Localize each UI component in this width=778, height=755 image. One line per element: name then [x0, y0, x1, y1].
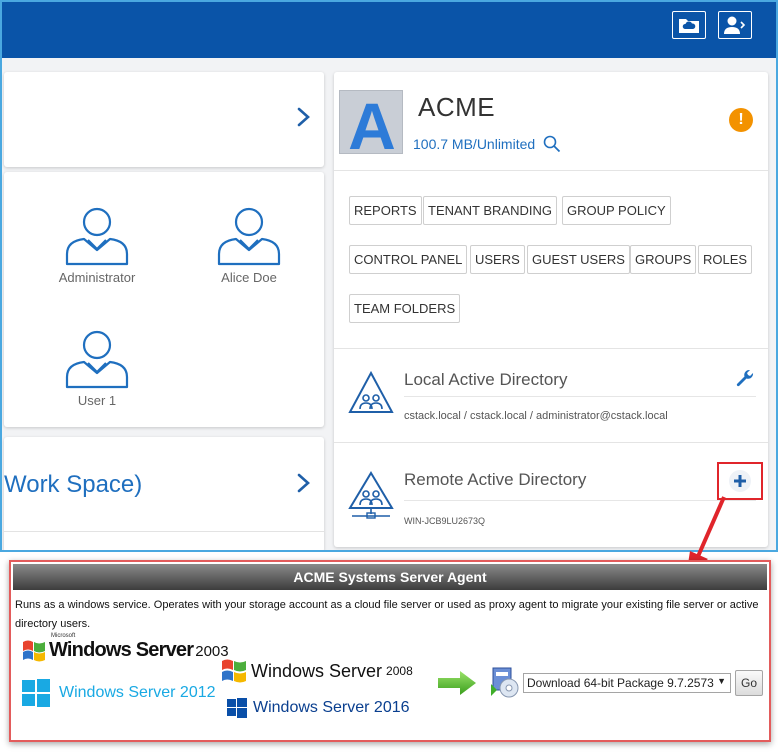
tag-group-policy[interactable]: GROUP POLICY — [562, 196, 671, 225]
windows-server-2008-logo: Windows Server 2008 — [219, 656, 413, 686]
tenant-logo-letter: A — [348, 89, 396, 163]
divider — [4, 531, 324, 532]
user-icon — [217, 207, 281, 266]
tag-control-panel[interactable]: CONTROL PANEL — [349, 245, 468, 274]
tenant-name: ACME — [418, 92, 496, 122]
chevron-right-icon[interactable] — [292, 106, 314, 128]
local-active-directory-icon — [348, 370, 394, 413]
ws2008-version: 2008 — [386, 664, 413, 678]
divider — [334, 348, 768, 349]
cloud-folder-button[interactable] — [672, 11, 706, 39]
user-switch-button[interactable] — [718, 11, 752, 39]
remote-ad-details: WIN-JCB9LU2673Q — [404, 516, 486, 526]
server-agent-title: ACME Systems Server Agent — [13, 564, 767, 590]
go-button[interactable]: Go — [735, 670, 763, 696]
server-agent-description: Runs as a windows service. Operates with… — [15, 599, 759, 630]
windows-orb-icon — [222, 659, 246, 683]
tenant-logo: A — [339, 89, 403, 163]
alert-badge[interactable]: ! — [729, 108, 753, 132]
microsoft-brand: Microsoft — [51, 632, 76, 639]
user-name: Administrator — [58, 270, 136, 285]
plus-icon — [734, 475, 746, 487]
windows-tiles-icon — [227, 698, 247, 718]
user-tile-alice-doe[interactable]: Alice Doe — [194, 206, 304, 285]
top-bar — [2, 2, 776, 58]
chevron-right-icon[interactable] — [292, 472, 314, 494]
tag-roles[interactable]: ROLES — [698, 245, 753, 274]
ws2012-name: Windows Server 2012 — [59, 684, 216, 701]
users-card: Administrator Alice Doe User 1 — [4, 172, 324, 427]
installer-package-icon — [491, 667, 519, 698]
windows-server-2012-logo: Windows Server 2012 — [21, 678, 216, 708]
windows-flag-icon — [23, 640, 45, 662]
tag-tenant-branding[interactable]: TENANT BRANDING — [423, 196, 557, 225]
svg-text:A: A — [348, 91, 396, 155]
package-select[interactable]: Download 64-bit Package 9.7.2573 ▼ — [523, 673, 731, 693]
user-switch-icon — [724, 16, 746, 34]
search-icon — [543, 135, 561, 153]
user-tile-administrator[interactable]: Administrator — [42, 206, 152, 285]
windows-tiles-icon — [22, 679, 50, 707]
local-ad-details: cstack.local / cstack.local / administra… — [404, 410, 668, 422]
storage-usage: 100.7 MB/Unlimited — [413, 136, 536, 152]
divider — [334, 442, 768, 443]
user-tile-user-1[interactable]: User 1 — [42, 329, 152, 408]
windows-server-2016-logo: Windows Server 2016 — [227, 698, 410, 718]
divider — [334, 170, 768, 171]
remote-ad-title: Remote Active Directory — [404, 470, 587, 489]
dropdown-arrow-icon: ▼ — [717, 676, 726, 686]
main-app-frame: Administrator Alice Doe User 1 Work Spac… — [0, 0, 778, 552]
user-icon — [65, 207, 129, 266]
tag-team-folders[interactable]: TEAM FOLDERS — [349, 294, 461, 323]
package-select-value: Download 64-bit Package 9.7.2573 — [527, 676, 714, 690]
workspace-card-top[interactable] — [4, 72, 324, 167]
ws2003-name: Windows Server — [49, 638, 194, 661]
user-name: User 1 — [77, 393, 117, 408]
tag-users[interactable]: USERS — [470, 245, 525, 274]
user-icon — [65, 330, 129, 389]
storage-usage-link[interactable]: 100.7 MB/Unlimited — [413, 135, 561, 153]
cloud-folder-icon — [679, 19, 699, 33]
local-ad-title: Local Active Directory — [404, 370, 568, 389]
wrench-icon[interactable] — [735, 368, 755, 388]
tag-guest-users[interactable]: GUEST USERS — [527, 245, 630, 274]
workspace-label: Work Space) — [4, 471, 143, 498]
green-arrow-icon — [438, 671, 476, 695]
ws2008-name: Windows Server — [251, 660, 383, 681]
tag-reports[interactable]: REPORTS — [349, 196, 422, 225]
remote-active-directory-icon — [348, 471, 394, 519]
server-agent-panel: ACME Systems Server Agent Runs as a wind… — [9, 560, 771, 742]
tenant-card: A ACME 100.7 MB/Unlimited ! REPORTS TENA… — [334, 72, 768, 547]
ws2016-name: Windows Server 2016 — [253, 699, 410, 716]
add-remote-ad-button[interactable] — [729, 470, 751, 492]
tag-groups[interactable]: GROUPS — [630, 245, 697, 274]
workspace-card-bottom[interactable]: Work Space) — [4, 437, 324, 550]
user-name: Alice Doe — [221, 270, 277, 285]
windows-server-2003-logo: Microsoft Windows Server 2003 — [21, 633, 229, 662]
divider — [404, 396, 756, 397]
